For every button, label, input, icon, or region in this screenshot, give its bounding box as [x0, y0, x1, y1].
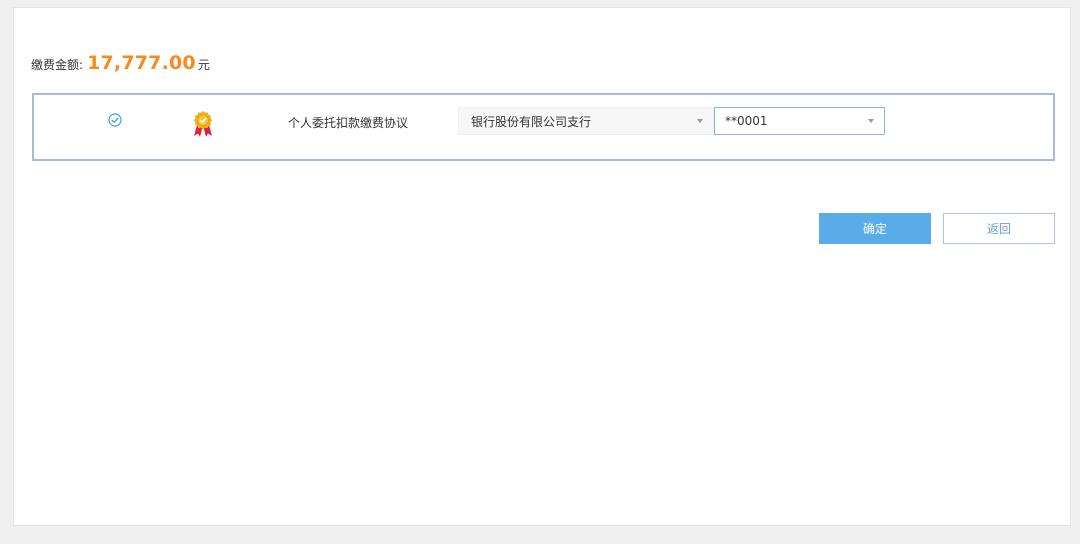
payment-amount-row: 缴费金额 : 17,777.00 元	[31, 52, 210, 80]
account-select-value: **0001	[725, 114, 768, 128]
bank-select[interactable]: 银行股份有限公司支行	[458, 107, 714, 135]
amount-colon: :	[79, 58, 84, 72]
bank-select-value: 银行股份有限公司支行	[471, 114, 592, 129]
medal-badge-icon	[192, 110, 214, 138]
amount-label: 缴费金额	[31, 58, 80, 72]
confirm-button[interactable]: 确定	[819, 213, 931, 244]
back-button[interactable]: 返回	[943, 213, 1055, 244]
agreement-name: 个人委托扣款缴费协议	[288, 116, 409, 130]
main-panel: 缴费金额 : 17,777.00 元 个人委托扣款缴费协议 银行股份有限公司支行	[13, 7, 1071, 526]
amount-value: 17,777.00	[87, 52, 196, 74]
caret-down-icon	[697, 119, 703, 123]
caret-down-icon	[868, 119, 874, 123]
account-select[interactable]: **0001	[714, 107, 885, 135]
amount-unit: 元	[197, 58, 210, 72]
check-circle-icon[interactable]	[108, 112, 122, 127]
agreement-row: 个人委托扣款缴费协议 银行股份有限公司支行 **0001	[32, 93, 1055, 161]
